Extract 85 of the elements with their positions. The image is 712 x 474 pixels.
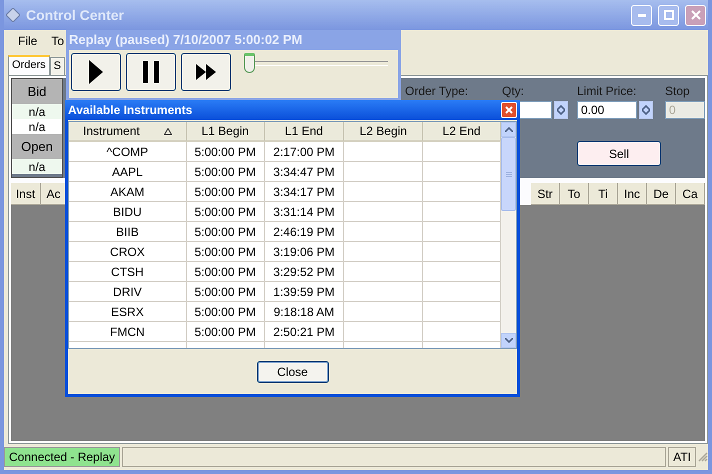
table-cell: 5:00:00 PM [186, 322, 265, 342]
close-button[interactable] [685, 4, 706, 26]
column-header[interactable]: Inst [11, 183, 41, 205]
table-cell: 3:34:17 PM [264, 182, 344, 202]
table-cell: 2:46:19 PM [264, 222, 344, 242]
minimize-icon [638, 14, 646, 16]
minimize-button[interactable] [631, 4, 652, 26]
table-cell: 3:31:14 PM [264, 202, 344, 222]
fast-forward-icon [196, 64, 216, 80]
column-header[interactable]: L2 End [423, 122, 501, 142]
table-cell: AAPL [69, 162, 187, 182]
close-button[interactable]: Close [256, 360, 328, 382]
column-header[interactable]: Inc [618, 183, 647, 205]
field-label: Limit Price: [577, 84, 638, 98]
quote-value: n/a [12, 104, 62, 119]
fast-forward-button[interactable] [181, 53, 231, 91]
table-cell: BIDU [69, 202, 187, 222]
column-header[interactable]: De [647, 183, 676, 205]
table-cell: 5:00:00 PM [186, 282, 265, 302]
menu-item[interactable]: To [51, 34, 64, 48]
pause-button[interactable] [126, 53, 176, 91]
column-header[interactable]: L1 Begin [186, 122, 265, 142]
quote-header: Bid [12, 79, 62, 104]
maximize-icon [664, 10, 674, 20]
table-cell: 5:00:00 PM [186, 142, 265, 162]
resize-grip-icon[interactable] [698, 452, 708, 462]
column-header[interactable]: Instrument [69, 122, 187, 142]
window-title: Control Center [26, 7, 125, 23]
table-cell: 5:00:00 PM [186, 262, 265, 282]
close-icon[interactable] [501, 102, 517, 118]
table-cell: FMCN [69, 322, 187, 342]
column-header[interactable]: Ca [676, 183, 705, 205]
spin-button[interactable] [554, 101, 568, 119]
menu-item[interactable]: File [18, 34, 38, 48]
table-cell: 3:29:52 PM [264, 262, 344, 282]
table-cell: ESRX [69, 302, 187, 322]
play-button[interactable] [71, 53, 121, 91]
column-header[interactable]: Str [531, 183, 560, 205]
table-cell: 3:34:47 PM [264, 162, 344, 182]
quote-header: Open [12, 134, 62, 159]
table-cell: ^COMP [69, 142, 187, 162]
column-header[interactable]: L2 Begin [344, 122, 424, 142]
field-label: Order Type: [405, 84, 470, 98]
quote-value: n/a [12, 119, 62, 134]
table-cell: BIIB [69, 222, 187, 242]
quote-value: n/a [12, 159, 62, 174]
scrollbar[interactable] [501, 122, 516, 348]
table-cell: 5:00:00 PM [186, 302, 265, 322]
replay-title: Replay (paused) 7/10/2007 5:00:02 PM [66, 30, 401, 50]
table-cell: 2:17:00 PM [264, 142, 344, 162]
play-icon [89, 60, 103, 84]
table-cell: 5:00:00 PM [186, 242, 265, 262]
slider-thumb[interactable] [244, 53, 255, 73]
table-cell: CROX [69, 242, 187, 262]
table-cell: CTSH [69, 262, 187, 282]
table-cell: 5:00:00 PM [186, 182, 265, 202]
sell-button[interactable]: Sell [577, 141, 661, 166]
position-slider[interactable] [244, 53, 388, 73]
status-indicator: ATI [668, 447, 696, 467]
column-header[interactable]: Ti [589, 183, 618, 205]
column-header[interactable]: Ac [41, 183, 67, 205]
app-icon [6, 8, 20, 22]
table-cell: 1:39:59 PM [264, 282, 344, 302]
column-header[interactable]: To [560, 183, 589, 205]
column-header[interactable]: L1 End [264, 122, 344, 142]
table-cell: 3:19:06 PM [264, 242, 344, 262]
pause-icon [143, 61, 159, 83]
tab[interactable]: S [50, 57, 65, 75]
connection-status: Connected - Replay [4, 447, 120, 467]
table-cell: 2:50:21 PM [264, 322, 344, 342]
field-label: Qty: [502, 84, 526, 98]
number-field[interactable]: 0.00 [577, 101, 637, 119]
tab[interactable]: Orders [8, 55, 50, 75]
spin-button[interactable] [639, 101, 653, 119]
table-cell: 5:00:00 PM [186, 202, 265, 222]
table-cell: 5:00:00 PM [186, 162, 265, 182]
grip-icon [506, 172, 512, 176]
table-cell: 9:18:18 AM [264, 302, 344, 322]
dialog-title: Available Instruments [68, 103, 192, 117]
table-cell: DRIV [69, 282, 187, 302]
maximize-button[interactable] [658, 4, 679, 26]
table-cell: AKAM [69, 182, 187, 202]
field-label: Stop [665, 84, 691, 98]
close-icon [690, 10, 700, 20]
table-cell: 5:00:00 PM [186, 222, 265, 242]
